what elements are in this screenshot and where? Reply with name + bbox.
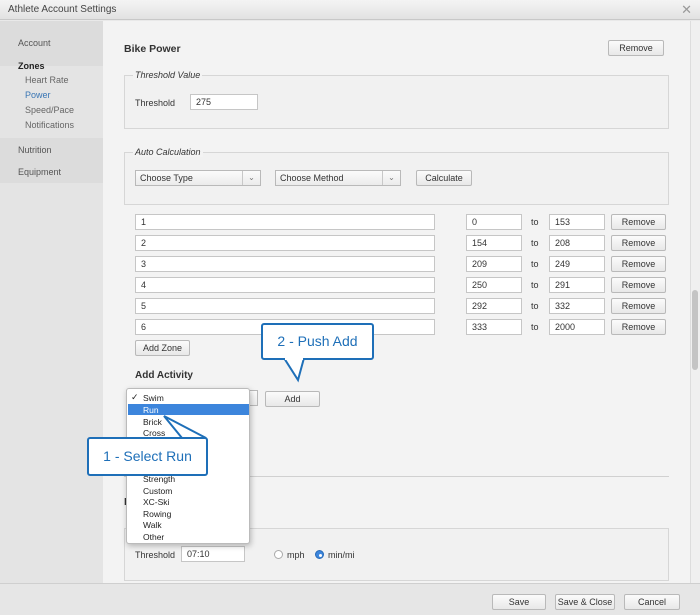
mph-label: mph: [287, 550, 305, 560]
dropdown-item-walk[interactable]: Walk: [143, 520, 162, 530]
zone-to-label: to: [531, 238, 539, 248]
callout-push-add: 2 - Push Add: [261, 323, 374, 360]
zone-from-input[interactable]: 209: [466, 256, 522, 272]
zone-remove-button[interactable]: Remove: [611, 277, 666, 293]
choose-type-value: Choose Type: [140, 173, 193, 183]
choose-method-value: Choose Method: [280, 173, 344, 183]
auto-calculation-legend: Auto Calculation: [133, 147, 203, 157]
close-icon[interactable]: ✕: [681, 2, 692, 18]
zone-name-input[interactable]: 3: [135, 256, 435, 272]
dropdown-item-xc-ski[interactable]: XC-Ski: [143, 497, 169, 507]
mph-radio[interactable]: [274, 550, 283, 559]
zone-name-input[interactable]: 1: [135, 214, 435, 230]
callout-select-run: 1 - Select Run: [87, 437, 208, 476]
zone-to-input[interactable]: 291: [549, 277, 605, 293]
zone-from-input[interactable]: 154: [466, 235, 522, 251]
zone-from-input[interactable]: 333: [466, 319, 522, 335]
zone-name-input[interactable]: 2: [135, 235, 435, 251]
zone-name-input[interactable]: 4: [135, 277, 435, 293]
zone-remove-button[interactable]: Remove: [611, 319, 666, 335]
remove-section-button[interactable]: Remove: [608, 40, 664, 56]
calculate-button[interactable]: Calculate: [416, 170, 472, 186]
zone-to-label: to: [531, 280, 539, 290]
chevron-down-icon: ⌄: [242, 171, 260, 185]
zone-to-input[interactable]: 208: [549, 235, 605, 251]
sidebar-band-account: [0, 21, 103, 66]
choose-method-select[interactable]: Choose Method ⌄: [275, 170, 401, 186]
dropdown-item-custom[interactable]: Custom: [143, 486, 172, 496]
zone-to-label: to: [531, 301, 539, 311]
zone-to-input[interactable]: 249: [549, 256, 605, 272]
zone-to-label: to: [531, 217, 539, 227]
dropdown-item-rowing[interactable]: Rowing: [143, 509, 171, 519]
threshold-input[interactable]: 275: [190, 94, 258, 110]
add-activity-button[interactable]: Add: [265, 391, 320, 407]
zone-remove-button[interactable]: Remove: [611, 298, 666, 314]
zone-remove-button[interactable]: Remove: [611, 214, 666, 230]
zone-to-label: to: [531, 322, 539, 332]
min-mi-label: min/mi: [328, 550, 355, 560]
zone-to-input[interactable]: 332: [549, 298, 605, 314]
checkmark-icon: ✓: [131, 392, 139, 402]
dropdown-item-other[interactable]: Other: [143, 532, 164, 542]
sidebar-item-notifications[interactable]: Notifications: [25, 120, 74, 130]
footer: Save Save & Close Cancel: [0, 583, 700, 615]
window-title: Athlete Account Settings: [8, 4, 117, 15]
add-activity-title: Add Activity: [135, 370, 193, 381]
zone-remove-button[interactable]: Remove: [611, 256, 666, 272]
zone-remove-button[interactable]: Remove: [611, 235, 666, 251]
lower-threshold-input[interactable]: 07:10: [181, 546, 245, 562]
zone-to-input[interactable]: 153: [549, 214, 605, 230]
dropdown-item-swim[interactable]: Swim: [143, 393, 164, 403]
chevron-down-icon: ⌄: [382, 171, 400, 185]
zone-from-input[interactable]: 0: [466, 214, 522, 230]
sidebar: Account Zones Heart Rate Power Speed/Pac…: [0, 21, 103, 583]
zone-to-input[interactable]: 2000: [549, 319, 605, 335]
sidebar-item-power[interactable]: Power: [25, 90, 51, 100]
scrollbar-thumb[interactable]: [692, 290, 698, 370]
zone-name-input[interactable]: 5: [135, 298, 435, 314]
callout-pointer-push-add: [282, 358, 306, 383]
window-titlebar: Athlete Account Settings ✕: [0, 0, 700, 20]
lower-threshold-label: Threshold: [135, 550, 176, 560]
save-close-button[interactable]: Save & Close: [555, 594, 615, 610]
cancel-button[interactable]: Cancel: [624, 594, 680, 610]
threshold-legend: Threshold Value: [133, 70, 203, 80]
min-mi-radio[interactable]: [315, 550, 324, 559]
sidebar-item-account[interactable]: Account: [18, 38, 51, 48]
sidebar-item-nutrition[interactable]: Nutrition: [18, 145, 52, 155]
sidebar-item-equipment[interactable]: Equipment: [18, 167, 61, 177]
zone-to-label: to: [531, 259, 539, 269]
save-button[interactable]: Save: [492, 594, 546, 610]
sidebar-item-speed-pace[interactable]: Speed/Pace: [25, 105, 74, 115]
section-title: Bike Power: [124, 43, 181, 55]
dropdown-item-run[interactable]: Run: [143, 405, 159, 415]
zone-from-input[interactable]: 292: [466, 298, 522, 314]
choose-type-select[interactable]: Choose Type ⌄: [135, 170, 261, 186]
add-zone-button[interactable]: Add Zone: [135, 340, 190, 356]
sidebar-item-heart-rate[interactable]: Heart Rate: [25, 75, 69, 85]
zone-from-input[interactable]: 250: [466, 277, 522, 293]
threshold-label: Threshold: [135, 98, 176, 108]
sidebar-item-zones[interactable]: Zones: [18, 61, 45, 71]
